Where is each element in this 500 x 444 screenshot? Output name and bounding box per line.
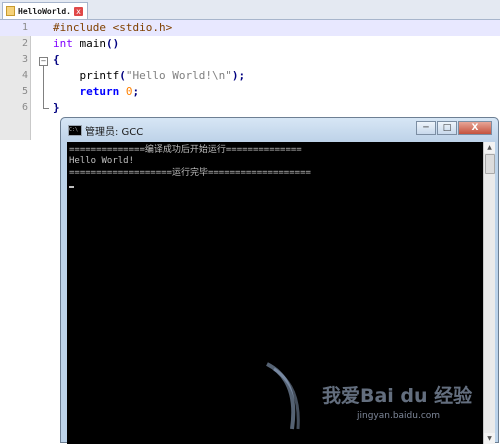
code-text: int main(): [53, 36, 119, 52]
editor-tabbar: HelloWorld. x: [0, 0, 500, 20]
line-number: 4: [21, 70, 28, 81]
code-token: return: [79, 85, 120, 98]
file-icon: [6, 6, 15, 16]
console-output[interactable]: ==============编译成功后开始运行============== He…: [67, 142, 483, 444]
code-token: printf: [53, 69, 120, 82]
close-button[interactable]: X: [458, 121, 492, 135]
code-token: main: [72, 37, 106, 50]
line-number: 5: [21, 86, 28, 97]
line-number: 6: [21, 102, 28, 113]
tab-close-icon[interactable]: x: [73, 6, 83, 16]
code-line[interactable]: 3{: [0, 52, 500, 68]
code-line[interactable]: 4 printf("Hello World!\n");: [0, 68, 500, 84]
code-line[interactable]: 1 #include <stdio.h>: [0, 20, 500, 36]
code-text: #include <stdio.h>: [53, 20, 172, 36]
vertical-scrollbar[interactable]: ▲ ▼: [483, 142, 495, 444]
code-line[interactable]: 2 int main(): [0, 36, 500, 52]
tab-label: HelloWorld.: [18, 6, 71, 16]
code-token: }: [53, 101, 60, 114]
code-token: ;: [132, 85, 140, 98]
code-token: #include <stdio.h>: [53, 21, 173, 34]
code-token: (: [119, 69, 126, 82]
maximize-button[interactable]: □: [437, 121, 457, 135]
cmd-icon: C:\: [68, 125, 82, 136]
code-line[interactable]: 6}: [0, 100, 500, 116]
console-line: Hello World!: [69, 156, 135, 166]
console-titlebar[interactable]: C:\ 管理员: GCC ─ □ X: [61, 118, 498, 142]
code-token: {: [53, 53, 60, 66]
scroll-thumb[interactable]: [485, 154, 495, 174]
code-token: int: [53, 37, 73, 50]
line-number: 3: [21, 54, 28, 65]
code-token: );: [231, 69, 246, 82]
line-number: 1: [21, 22, 28, 33]
scroll-down-icon[interactable]: ▼: [484, 433, 495, 444]
console-window: C:\ 管理员: GCC ─ □ X ==============编译成功后开始…: [60, 117, 499, 444]
tab-helloworld[interactable]: HelloWorld. x: [2, 2, 88, 19]
code-token: 0: [125, 85, 133, 98]
text-cursor: [69, 186, 74, 188]
window-controls: ─ □ X: [415, 121, 492, 135]
code-token: "Hello World!\n": [125, 69, 232, 82]
console-line: ===================运行完毕=================…: [69, 168, 311, 178]
code-text: }: [53, 100, 60, 116]
line-number: 2: [21, 38, 28, 49]
code-token: (): [106, 37, 120, 50]
code-text: {: [53, 52, 60, 68]
minimize-button[interactable]: ─: [416, 121, 436, 135]
window-title: 管理员: GCC: [85, 127, 144, 138]
code-text: return 0;: [53, 84, 140, 100]
scroll-up-icon[interactable]: ▲: [484, 142, 495, 153]
code-line[interactable]: 5 return 0;: [0, 84, 500, 100]
code-text: printf("Hello World!\n");: [53, 68, 245, 84]
